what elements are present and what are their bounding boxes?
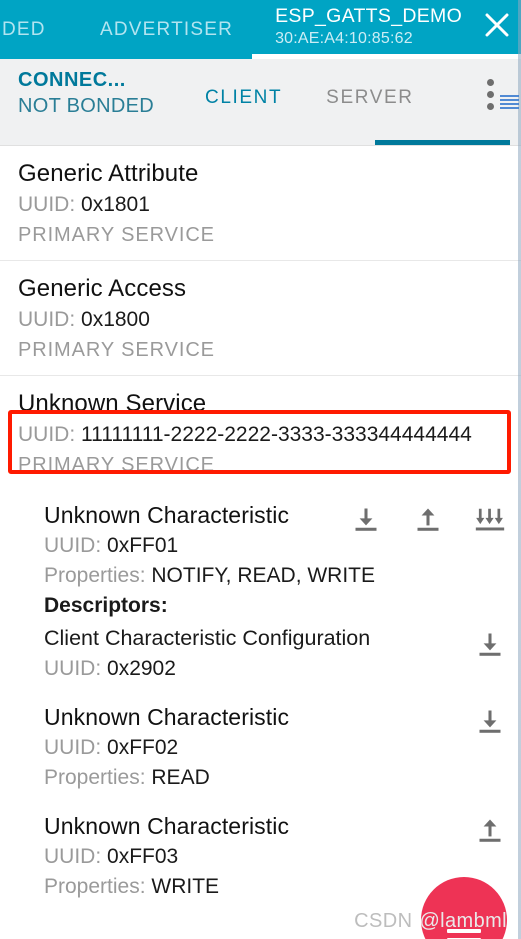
write-icon[interactable] [473,815,507,845]
tab-advertiser-label: ADVERTISER [100,18,234,40]
service-name: Generic Attribute [18,160,199,187]
connect-button[interactable]: CONNEC... NOT BONDED [0,59,185,120]
connect-button-label: CONNEC... [18,69,126,91]
app-root: DED ADVERTISER ESP_GATTS_DEMO 30:AE:A4:1… [0,0,521,939]
characteristic-header: Unknown Characteristic [44,702,521,733]
service-name: Unknown Service [18,390,207,417]
service-uuid-label: UUID: [18,193,76,216]
characteristic-name: Unknown Characteristic [44,704,290,730]
service-uuid-label: UUID: [18,308,76,331]
list-item-service[interactable]: Generic Access UUID: 0x1800 PRIMARY SERV… [0,261,521,376]
characteristic-uuid-label: UUID: [44,845,102,868]
watermark: CSDN @lambml [354,910,507,933]
service-uuid-label: UUID: [18,423,76,446]
service-uuid-row: UUID: 0x1800 [18,305,521,335]
characteristic-properties-label: Properties: [44,564,146,587]
tab-client-label: CLIENT [205,87,283,108]
bond-status-label: NOT BONDED [18,95,154,117]
characteristic-header: Unknown Characteristic [44,811,521,842]
characteristic-uuid-row: UUID: 0xFF02 [44,733,521,763]
characteristic-uuid-row: UUID: 0xFF01 [44,531,521,561]
dot-2 [486,91,494,98]
dot-1 [486,79,494,86]
service-uuid-value: 0x1800 [81,308,150,331]
close-icon[interactable] [473,4,521,40]
service-type: PRIMARY SERVICE [18,224,215,246]
tab-device-address: 30:AE:A4:10:85:62 [275,30,413,47]
tab-bonded-label: DED [2,18,46,40]
characteristic-uuid-label: UUID: [44,736,102,759]
tab-server-label: SERVER [326,87,414,108]
list-item-characteristic[interactable]: Unknown Characteristic UUID: 0xFF02 Prop… [0,692,521,801]
characteristic-properties-value: NOTIFY, READ, WRITE [151,564,376,587]
characteristic-actions [473,815,507,845]
characteristic-uuid-value: 0xFF02 [107,736,179,759]
watermark-site: CSDN [354,910,413,932]
connection-bar: CONNEC... NOT BONDED CLIENT SERVER [0,59,521,146]
characteristic-uuid-value: 0xFF03 [107,845,179,868]
list-item-service[interactable]: Unknown Service UUID: 11111111-2222-2222… [0,376,521,490]
watermark-user: @lambml [419,910,507,932]
service-uuid-value: 11111111-2222-2222-3333-333344444444 [81,423,472,446]
write-icon[interactable] [411,504,445,534]
service-uuid-row: UUID: 11111111-2222-2222-3333-3333444444… [18,420,521,450]
characteristic-name: Unknown Characteristic [44,502,290,528]
descriptor-uuid-label: UUID: [44,657,102,680]
read-icon[interactable] [473,629,507,659]
list-item-characteristic[interactable]: Unknown Characteristic UUID: 0xFF01 Prop… [0,490,521,692]
characteristic-properties-label: Properties: [44,875,146,898]
characteristic-uuid-value: 0xFF01 [107,534,179,557]
characteristic-actions [349,504,507,534]
descriptor-actions [473,629,507,659]
characteristic-name: Unknown Characteristic [44,813,290,839]
read-icon[interactable] [473,706,507,736]
descriptor-name: Client Characteristic Configuration [44,626,371,650]
tab-device-esp-gatts-demo[interactable]: ESP_GATTS_DEMO 30:AE:A4:10:85:62 [267,0,521,59]
overflow-dots [486,79,494,110]
client-tab-indicator [375,140,510,145]
characteristic-actions [473,706,507,736]
read-icon[interactable] [349,504,383,534]
descriptors-label: Descriptors: [44,594,168,617]
tab-bonded[interactable]: DED [0,0,60,59]
characteristic-properties-value: READ [151,766,210,789]
service-type: PRIMARY SERVICE [18,454,215,476]
service-uuid-row: UUID: 0x1801 [18,190,521,220]
descriptor-uuid-value: 0x2902 [107,657,176,680]
device-tab-bar: DED ADVERTISER ESP_GATTS_DEMO 30:AE:A4:1… [0,0,521,59]
characteristic-properties-row: Properties: NOTIFY, READ, WRITE [44,561,521,591]
service-name: Generic Access [18,275,187,302]
notify-icon[interactable] [473,504,507,534]
characteristic-properties-label: Properties: [44,766,146,789]
tab-server[interactable]: SERVER [326,59,413,109]
tab-advertiser[interactable]: ADVERTISER [78,0,255,59]
service-type: PRIMARY SERVICE [18,339,215,361]
list-item-service[interactable]: Generic Attribute UUID: 0x1801 PRIMARY S… [0,146,521,261]
tab-client[interactable]: CLIENT [205,59,282,109]
characteristic-properties-value: WRITE [151,875,220,898]
characteristic-uuid-label: UUID: [44,534,102,557]
characteristic-properties-row: Properties: READ [44,763,521,793]
tab-device-texts: ESP_GATTS_DEMO 30:AE:A4:10:85:62 [267,4,473,49]
gatt-service-list: Generic Attribute UUID: 0x1801 PRIMARY S… [0,146,521,910]
tab-device-title: ESP_GATTS_DEMO [275,5,463,27]
descriptor-uuid-row: UUID: 0x2902 [44,654,521,684]
client-server-tabs: CLIENT SERVER [185,59,510,145]
service-uuid-value: 0x1801 [81,193,150,216]
list-item-descriptor[interactable]: Client Characteristic Configuration UUID… [44,621,521,684]
overflow-menu-icon[interactable] [459,59,521,110]
dot-3 [486,103,494,110]
characteristic-uuid-row: UUID: 0xFF03 [44,842,521,872]
